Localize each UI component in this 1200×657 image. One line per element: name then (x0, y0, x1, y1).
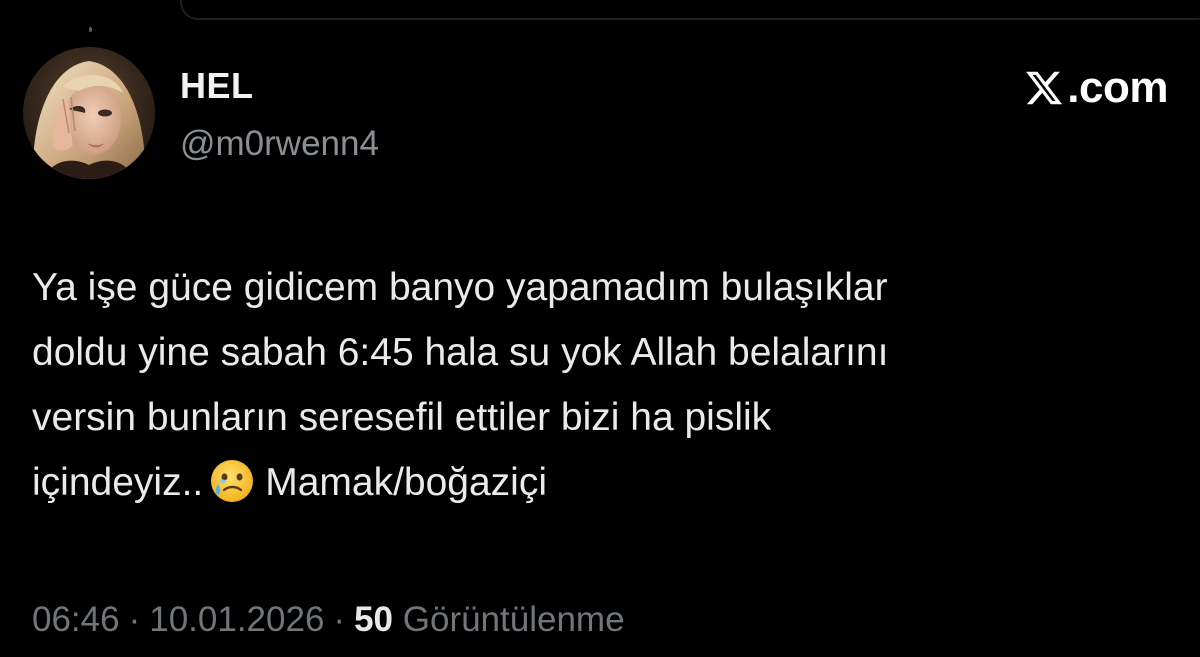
meta-separator-2: · (333, 600, 346, 639)
brand-watermark: .com (1023, 62, 1168, 114)
tweet-line-4: içindeyiz.. Mamak/boğaziçi (32, 450, 1152, 515)
face-holding-back-tears-icon (211, 460, 254, 502)
tweet-meta: 06:46 · 10.01.2026 · 50 Görüntülenme (32, 597, 625, 643)
views-label[interactable]: Görüntülenme (403, 600, 625, 639)
user-handle[interactable]: @m0rwenn4 (180, 122, 379, 166)
tweet-line-4-start: içindeyiz.. (32, 461, 204, 504)
x-logo-icon (1026, 71, 1063, 105)
views-count[interactable]: 50 (354, 600, 393, 639)
tweet-line-2: doldu yine sabah 6:45 hala su yok Allah … (32, 331, 889, 374)
meta-separator-1: · (128, 600, 141, 639)
brand-text: .com (1067, 63, 1168, 112)
display-name[interactable]: HEL (180, 64, 254, 108)
top-dot (89, 27, 92, 32)
tweet-line-4-end: Mamak/boğaziçi (265, 461, 548, 504)
tweet-text: Ya işe güce gidicem banyo yapamadım bula… (32, 255, 1152, 515)
tweet-date[interactable]: 10.01.2026 (149, 600, 324, 639)
tweet-line-1: Ya işe güce gidicem banyo yapamadım bula… (32, 266, 888, 309)
tweet-line-3: versin bunların seresefil ettiler bizi h… (32, 396, 772, 439)
top-card-edge (180, 0, 1200, 20)
tweet-time[interactable]: 06:46 (32, 600, 120, 639)
avatar[interactable] (23, 47, 155, 179)
